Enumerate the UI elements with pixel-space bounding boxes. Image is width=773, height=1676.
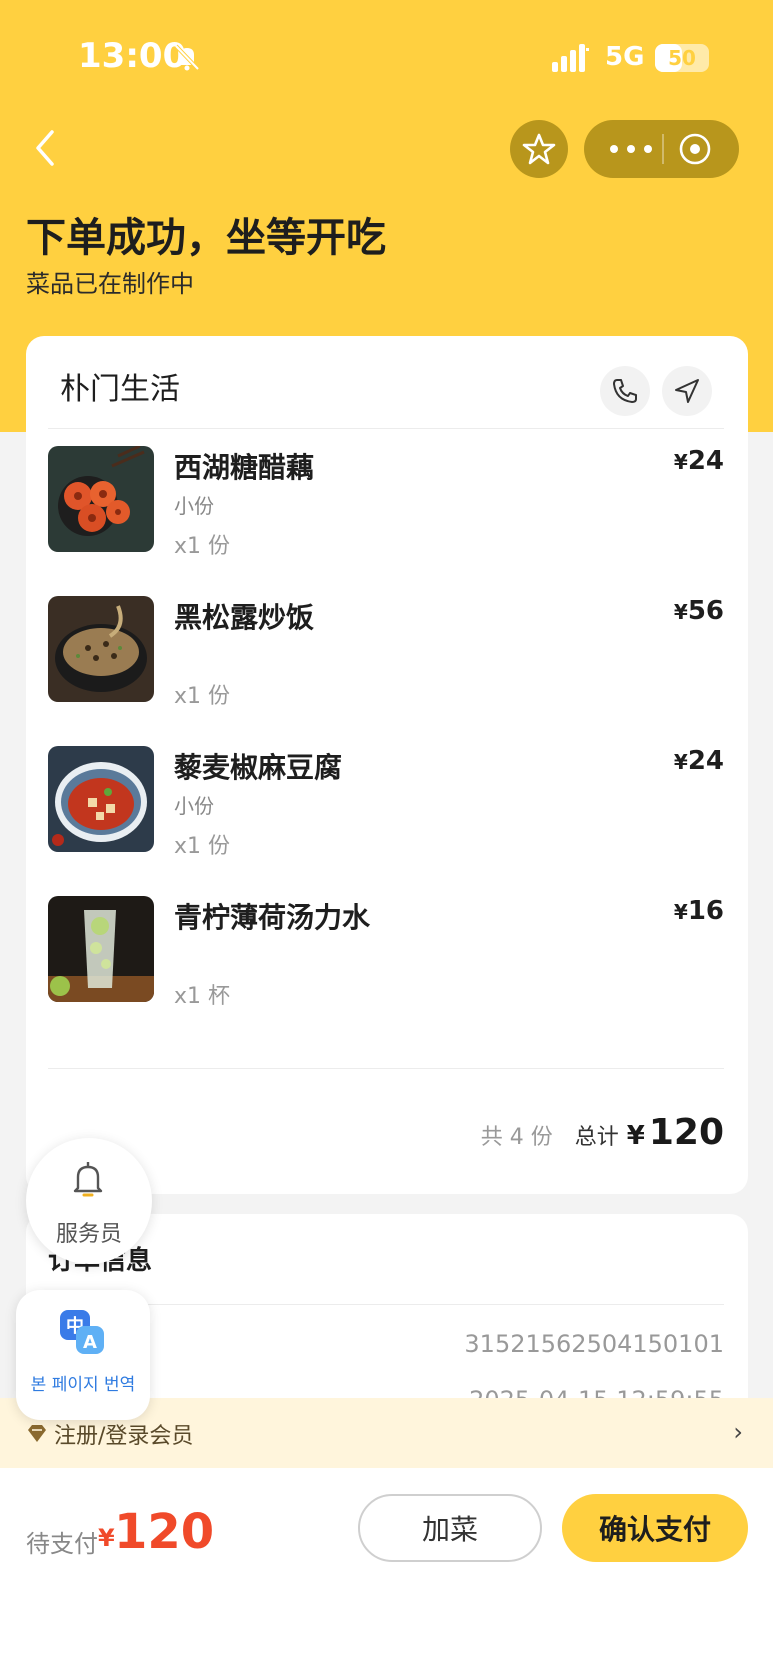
translate-icon: 中 A — [60, 1310, 104, 1354]
network-label: 5G — [605, 42, 645, 72]
divider — [48, 428, 724, 429]
currency-symbol: ¥ — [673, 450, 688, 474]
member-login-text: 注册/登录会员 — [54, 1424, 194, 1449]
page-title: 下单成功，坐等开吃 — [26, 215, 386, 261]
more-icon[interactable] — [606, 140, 656, 158]
status-bar: 13:00 5G 50 — [0, 0, 773, 110]
item-price: ¥16 — [674, 896, 724, 926]
phone-icon — [613, 379, 637, 403]
item-price: ¥56 — [674, 596, 724, 626]
currency-symbol: ¥ — [673, 750, 688, 774]
member-diamond-icon — [28, 1425, 46, 1442]
page-subtitle: 菜品已在制作中 — [26, 270, 194, 298]
price-value: 16 — [687, 896, 724, 926]
call-button[interactable] — [600, 366, 650, 416]
item-name: 青柠薄荷汤力水 — [174, 901, 371, 934]
chevron-right-icon: › — [733, 1418, 743, 1446]
svg-text:A: A — [83, 1332, 97, 1353]
battery-percent: 50 — [668, 46, 696, 70]
currency-symbol: ¥ — [626, 1121, 645, 1151]
item-count: 共 4 份 — [480, 1125, 553, 1150]
navigation-icon — [675, 379, 699, 403]
food-image — [48, 746, 154, 852]
total-amount: 120 — [648, 1112, 724, 1153]
divider — [48, 1304, 724, 1305]
currency-symbol: ¥ — [98, 1524, 115, 1552]
total-label: 总计 — [574, 1125, 619, 1150]
confirm-payment-button[interactable]: 确认支付 — [562, 1494, 748, 1562]
item-name: 藜麦椒麻豆腐 — [174, 751, 343, 784]
divider — [48, 1068, 724, 1069]
item-quantity: x1 份 — [174, 684, 231, 709]
item-price: ¥24 — [674, 446, 724, 476]
price-value: 24 — [687, 446, 724, 476]
item-spec: 小份 — [174, 494, 214, 518]
item-price: ¥24 — [674, 746, 724, 776]
order-card: 朴门生活 西湖糖醋藕 小份 x1 份 ¥24 黑松露炒饭 x1 份 ¥56 藜麦… — [26, 336, 748, 1194]
bell-icon — [73, 1162, 103, 1197]
price-value: 24 — [687, 746, 724, 776]
call-waiter-button[interactable]: 服务员 — [26, 1138, 152, 1264]
pending-payment-label: 待支付 — [26, 1530, 98, 1558]
pending-amount: 120 — [114, 1504, 215, 1560]
food-image — [48, 446, 154, 552]
status-time: 13:00 — [78, 36, 187, 76]
navigate-button[interactable] — [662, 366, 712, 416]
waiter-label: 服务员 — [55, 1222, 122, 1247]
bottom-pay-bar: 待支付 ¥ 120 加菜 确认支付 — [0, 1468, 773, 1676]
price-value: 56 — [687, 596, 724, 626]
list-item[interactable]: 藜麦椒麻豆腐 小份 x1 份 ¥24 — [48, 746, 724, 859]
star-icon — [522, 133, 556, 165]
item-spec: 小份 — [174, 794, 214, 818]
item-name: 西湖糖醋藕 — [174, 451, 315, 484]
add-dish-button[interactable]: 加菜 — [358, 1494, 542, 1562]
currency-symbol: ¥ — [673, 600, 688, 624]
battery-icon: 50 — [655, 44, 709, 72]
bell-off-icon — [174, 44, 200, 71]
mini-program-capsule — [584, 120, 739, 178]
food-image — [48, 596, 154, 702]
back-icon[interactable] — [30, 126, 60, 170]
item-quantity: x1 杯 — [174, 984, 231, 1009]
translate-label: 본 페이지 번역 — [30, 1375, 136, 1395]
restaurant-name: 朴门生活 — [60, 372, 180, 407]
capsule-divider — [662, 134, 664, 164]
list-item[interactable]: 黑松露炒饭 x1 份 ¥56 — [48, 596, 724, 709]
order-total-row: 共 4 份 总计 ¥ 120 — [481, 1112, 724, 1153]
close-icon[interactable] — [678, 132, 712, 166]
order-number: 31521562504150101 — [464, 1330, 724, 1358]
signal-icon — [552, 44, 589, 72]
list-item[interactable]: 西湖糖醋藕 小份 x1 份 ¥24 — [48, 446, 724, 559]
currency-symbol: ¥ — [673, 900, 688, 924]
item-quantity: x1 份 — [174, 834, 231, 859]
item-quantity: x1 份 — [174, 534, 231, 559]
favorite-button[interactable] — [510, 120, 568, 178]
translate-page-button[interactable]: 中 A 본 페이지 번역 — [16, 1290, 150, 1420]
list-item[interactable]: 青柠薄荷汤力水 x1 杯 ¥16 — [48, 896, 724, 1009]
food-image — [48, 896, 154, 1002]
item-name: 黑松露炒饭 — [174, 601, 315, 634]
